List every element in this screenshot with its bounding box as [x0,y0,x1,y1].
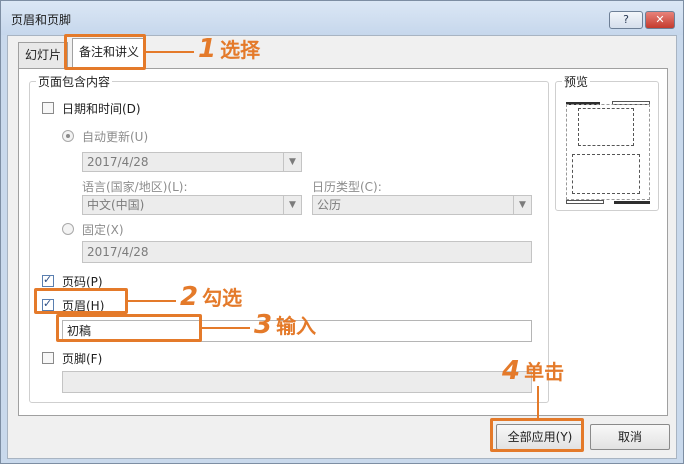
callout-line-2 [128,300,176,302]
callout-1: 1 选择 [198,34,260,64]
callout-3-number: 3 [254,310,273,340]
auto-update-date-value: 2017/4/28 [87,155,149,169]
callout-1-text: 选择 [220,38,261,62]
dialog-title: 页眉和页脚 [11,13,72,27]
callout-line-4 [537,386,539,418]
callout-1-number: 1 [198,34,217,64]
callout-2-text: 勾选 [202,286,243,310]
language-value: 中文(中国) [87,198,145,212]
auto-update-radio[interactable] [62,130,74,142]
close-button[interactable]: ✕ [645,11,675,29]
tab-slides[interactable]: 幻灯片 [18,42,69,68]
highlight-header-input [56,314,202,342]
preview-notes-area [572,154,640,194]
preview-page [566,101,650,206]
callout-4: 4 单击 [502,356,564,386]
fixed-label: 固定(X) [82,223,124,237]
calendar-label: 日历类型(C): [312,180,382,194]
callout-3: 3 输入 [254,310,316,340]
callout-2-number: 2 [180,282,199,312]
group-label: 页面包含内容 [36,73,113,90]
auto-update-date-select[interactable]: 2017/4/28 ▼ [82,152,302,172]
chevron-down-icon: ▼ [513,196,531,214]
title-bar: 页眉和页脚 ? ✕ [1,1,683,35]
callout-line-1 [146,51,194,53]
fixed-radio[interactable] [62,223,74,235]
preview-footer-slot [566,200,604,204]
date-time-checkbox[interactable] [42,102,54,114]
chevron-down-icon: ▼ [283,153,301,171]
callout-4-number: 4 [502,356,521,386]
chevron-down-icon: ▼ [283,196,301,214]
highlight-header-checkbox [34,288,128,314]
auto-update-label: 自动更新(U) [82,130,149,144]
fixed-date-field[interactable]: 2017/4/28 [82,241,532,263]
highlight-apply-all [490,418,584,452]
dialog-body: 幻灯片 备注和讲义 页面包含内容 日期和时间(D) 自动更新(U) 2017/4… [7,35,677,459]
include-on-page-group: 页面包含内容 日期和时间(D) 自动更新(U) 2017/4/28 ▼ 语言(国… [29,73,549,403]
page-number-checkbox[interactable] [42,273,54,287]
footer-label: 页脚(F) [62,352,103,366]
cancel-button[interactable]: 取消 [590,424,670,450]
help-button[interactable]: ? [609,11,643,29]
tab-panel: 页面包含内容 日期和时间(D) 自动更新(U) 2017/4/28 ▼ 语言(国… [18,68,668,416]
preview-page-number-bar [614,201,650,204]
language-label: 语言(国家/地区)(L): [82,180,188,194]
preview-label: 预览 [562,73,591,90]
calendar-value: 公历 [317,198,342,212]
calendar-select[interactable]: 公历 ▼ [312,195,532,215]
callout-line-3 [202,327,250,329]
footer-checkbox[interactable] [42,352,54,364]
date-time-label: 日期和时间(D) [62,102,141,116]
callout-4-text: 单击 [524,360,565,384]
preview-group: 预览 [555,73,659,211]
highlight-tab-notes [64,34,146,70]
callout-2: 2 勾选 [180,282,242,312]
footer-text-input[interactable] [62,371,532,393]
callout-3-text: 输入 [276,314,317,338]
language-select[interactable]: 中文(中国) ▼ [82,195,302,215]
